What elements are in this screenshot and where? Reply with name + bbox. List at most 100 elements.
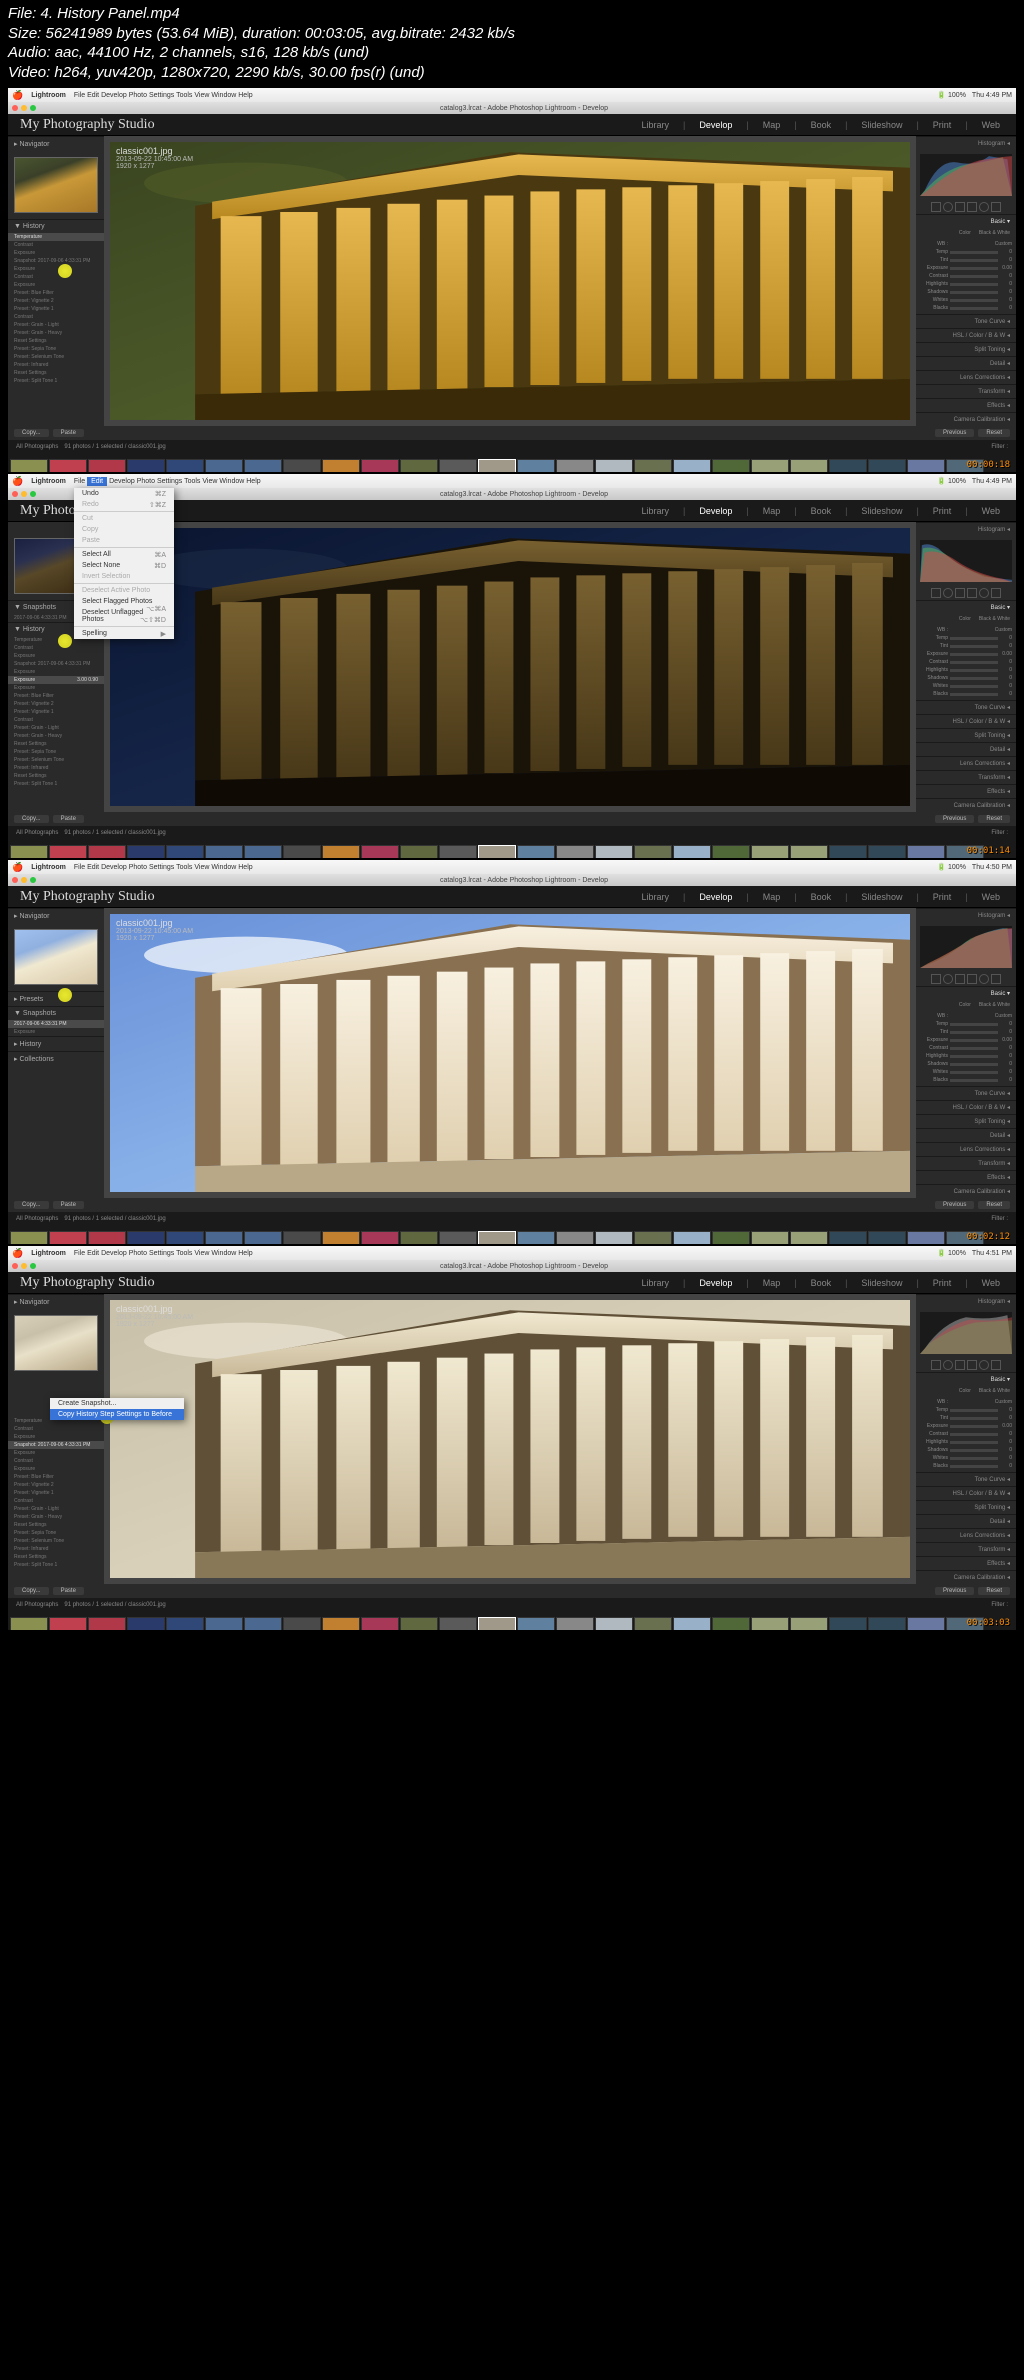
detail-panel[interactable]: Detail ◂ (916, 1514, 1016, 1528)
filmstrip-thumb[interactable] (751, 1231, 789, 1244)
filmstrip-thumb[interactable] (673, 459, 711, 472)
filmstrip-thumb[interactable] (166, 459, 204, 472)
filmstrip-thumb[interactable] (322, 459, 360, 472)
menu-tools[interactable]: Tools (176, 864, 192, 871)
transform-panel[interactable]: Transform ◂ (916, 1156, 1016, 1170)
filmstrip-thumb[interactable] (244, 845, 282, 858)
filmstrip-thumb[interactable] (556, 845, 594, 858)
filmstrip-thumb[interactable] (49, 1231, 87, 1244)
history-item[interactable]: Preset: Vignette 2 (8, 700, 104, 708)
copy-button[interactable]: Copy... (14, 1587, 49, 1595)
collections-panel[interactable]: ▸ Collections (8, 1051, 104, 1066)
menu-help[interactable]: Help (246, 478, 260, 485)
menu-view[interactable]: View (194, 1250, 209, 1257)
lens-panel[interactable]: Lens Corrections ◂ (916, 756, 1016, 770)
module-develop[interactable]: Develop (695, 118, 736, 132)
history-item[interactable]: Temperature (8, 233, 104, 241)
menu-file[interactable]: File (74, 864, 85, 871)
redeye-tool-icon[interactable] (955, 1360, 965, 1370)
history-item[interactable]: Preset: Grain - Light (8, 321, 104, 329)
filmstrip-thumb[interactable] (478, 845, 516, 858)
menu-tools[interactable]: Tools (184, 478, 200, 485)
history-item[interactable]: Exposure (8, 281, 104, 289)
filmstrip-thumb[interactable] (712, 1231, 750, 1244)
tone-curve-panel[interactable]: Tone Curve ◂ (916, 314, 1016, 328)
basic-panel[interactable]: Basic ▾ (916, 600, 1016, 614)
hsl-panel[interactable]: HSL / Color / B & W ◂ (916, 714, 1016, 728)
slider-whites[interactable]: Whites0 (920, 682, 1012, 690)
filmstrip-thumb[interactable] (361, 1617, 399, 1630)
filmstrip-thumb[interactable] (829, 845, 867, 858)
menu-edit[interactable]: Edit (87, 1250, 99, 1257)
module-web[interactable]: Web (978, 890, 1004, 904)
filmstrip-thumb[interactable] (205, 1617, 243, 1630)
previous-button[interactable]: Previous (935, 1587, 974, 1595)
basic-panel[interactable]: Basic ▾ (916, 986, 1016, 1000)
filmstrip-thumb[interactable] (244, 1231, 282, 1244)
history-item[interactable]: Reset Settings (8, 1521, 104, 1529)
module-library[interactable]: Library (637, 504, 673, 518)
filmstrip-thumb[interactable] (829, 459, 867, 472)
filmstrip-thumb[interactable] (829, 1231, 867, 1244)
camera-cal-panel[interactable]: Camera Calibration ◂ (916, 1184, 1016, 1198)
slider-temp[interactable]: Temp0 (920, 1020, 1012, 1028)
filmstrip-thumb[interactable] (322, 845, 360, 858)
camera-cal-panel[interactable]: Camera Calibration ◂ (916, 412, 1016, 426)
history-context-menu[interactable]: Create Snapshot... Copy History Step Set… (50, 1398, 104, 1420)
module-map[interactable]: Map (759, 1276, 785, 1290)
filmstrip-thumb[interactable] (673, 1617, 711, 1630)
filmstrip-thumb[interactable] (322, 1231, 360, 1244)
paste-button[interactable]: Paste (53, 1201, 84, 1209)
history-item[interactable]: Exposure (8, 249, 104, 257)
module-slideshow[interactable]: Slideshow (857, 504, 906, 518)
module-library[interactable]: Library (637, 890, 673, 904)
module-book[interactable]: Book (807, 118, 836, 132)
camera-cal-panel[interactable]: Camera Calibration ◂ (916, 1570, 1016, 1584)
history-item[interactable]: Reset Settings (8, 772, 104, 780)
menu-item-spelling[interactable]: Spelling▶ (74, 628, 174, 639)
module-web[interactable]: Web (978, 504, 1004, 518)
main-image[interactable] (110, 528, 910, 806)
detail-panel[interactable]: Detail ◂ (916, 356, 1016, 370)
filmstrip-thumb[interactable] (751, 459, 789, 472)
wb-preset[interactable]: Custom (995, 627, 1012, 633)
filmstrip-thumb[interactable] (127, 459, 165, 472)
history-panel[interactable]: ▼ History (8, 219, 104, 233)
main-image[interactable] (110, 142, 910, 420)
menu-photo[interactable]: Photo (129, 1250, 147, 1257)
history-item[interactable]: Exposure (8, 668, 104, 676)
filmstrip-thumb[interactable] (10, 1617, 48, 1630)
filmstrip-thumb[interactable] (907, 1617, 945, 1630)
brush-tool-icon[interactable] (991, 974, 1001, 984)
module-book[interactable]: Book (807, 890, 836, 904)
filmstrip-thumb[interactable] (634, 459, 672, 472)
menu-help[interactable]: Help (238, 1250, 252, 1257)
treatment-color[interactable]: Color (959, 1388, 971, 1394)
filmstrip-thumb[interactable] (595, 1617, 633, 1630)
effects-panel[interactable]: Effects ◂ (916, 1556, 1016, 1570)
filmstrip-thumb[interactable] (283, 1231, 321, 1244)
filmstrip-thumb[interactable] (634, 1231, 672, 1244)
history-item[interactable]: Preset: Infrared (8, 361, 104, 369)
menu-file[interactable]: File (74, 92, 85, 99)
history-item[interactable]: Preset: Vignette 2 (8, 297, 104, 305)
module-develop[interactable]: Develop (695, 890, 736, 904)
menu-view[interactable]: View (202, 478, 217, 485)
slider-blacks[interactable]: Blacks0 (920, 690, 1012, 698)
redeye-tool-icon[interactable] (955, 974, 965, 984)
hsl-panel[interactable]: HSL / Color / B & W ◂ (916, 328, 1016, 342)
gradient-tool-icon[interactable] (967, 1360, 977, 1370)
history-item[interactable]: Preset: Grain - Light (8, 1505, 104, 1513)
crop-tool-icon[interactable] (931, 588, 941, 598)
slider-contrast[interactable]: Contrast0 (920, 658, 1012, 666)
mac-menubar[interactable]: 🍎 Lightroom File Edit Develop Photo Sett… (8, 88, 1016, 102)
history-item[interactable]: Preset: Sepia Tone (8, 748, 104, 756)
navigator-panel[interactable]: ▸ Navigator (8, 136, 104, 151)
history-item[interactable]: Exposure 3.00 0.90 (8, 676, 104, 684)
treatment-bw[interactable]: Black & White (979, 1002, 1010, 1008)
history-item[interactable]: Contrast (8, 1497, 104, 1505)
history-item[interactable]: Contrast (8, 313, 104, 321)
module-web[interactable]: Web (978, 1276, 1004, 1290)
history-item[interactable]: Preset: Vignette 1 (8, 1489, 104, 1497)
menu-file[interactable]: File (74, 1250, 85, 1257)
